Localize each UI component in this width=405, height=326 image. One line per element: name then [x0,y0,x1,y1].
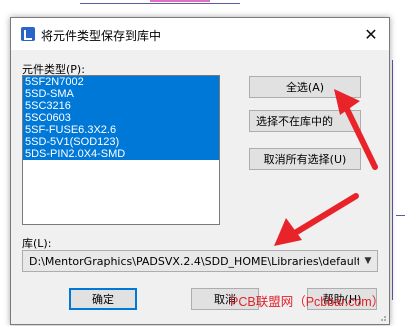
background-trace [396,215,405,216]
library-label: 库(L): [22,237,52,250]
annotation-arrow-icon [334,89,378,170]
list-item[interactable]: 5DS-PIN2.0X4-SMD [23,148,219,160]
part-types-list[interactable]: 5SF2N7002 5SD-SMA 5SC3216 5SC0603 5SF-FU… [22,75,220,225]
background-trace [80,3,240,4]
app-icon [21,27,35,41]
resize-grip-icon[interactable] [377,312,387,322]
list-item[interactable]: 5SF2N7002 [23,76,219,88]
ok-button[interactable]: 确定 [69,288,137,310]
background-trace [150,0,210,2]
chevron-down-icon: ▼ [364,256,372,266]
watermark-text: PCB联盟网（Pcbbar.com） [230,295,385,309]
background-trace [392,60,393,300]
close-icon: ✕ [364,24,378,44]
close-button[interactable]: ✕ [353,18,389,50]
titlebar: 将元件类型保存到库中 ✕ [11,18,389,50]
list-item[interactable]: 5SF-FUSE6.3X2.6 [23,124,219,136]
list-item[interactable]: 5SC3216 [23,100,219,112]
list-item[interactable]: 5SC0603 [23,112,219,124]
list-item[interactable]: 5SD-SMA [23,88,219,100]
annotation-arrow-icon [274,193,359,246]
library-select-value: D:\MentorGraphics\PADSVX.2.4\SDD_HOME\Li… [29,254,359,268]
library-select[interactable]: D:\MentorGraphics\PADSVX.2.4\SDD_HOME\Li… [22,250,378,272]
dialog-title: 将元件类型保存到库中 [41,29,162,43]
list-item[interactable]: 5SD-5V1(SOD123) [23,136,219,148]
